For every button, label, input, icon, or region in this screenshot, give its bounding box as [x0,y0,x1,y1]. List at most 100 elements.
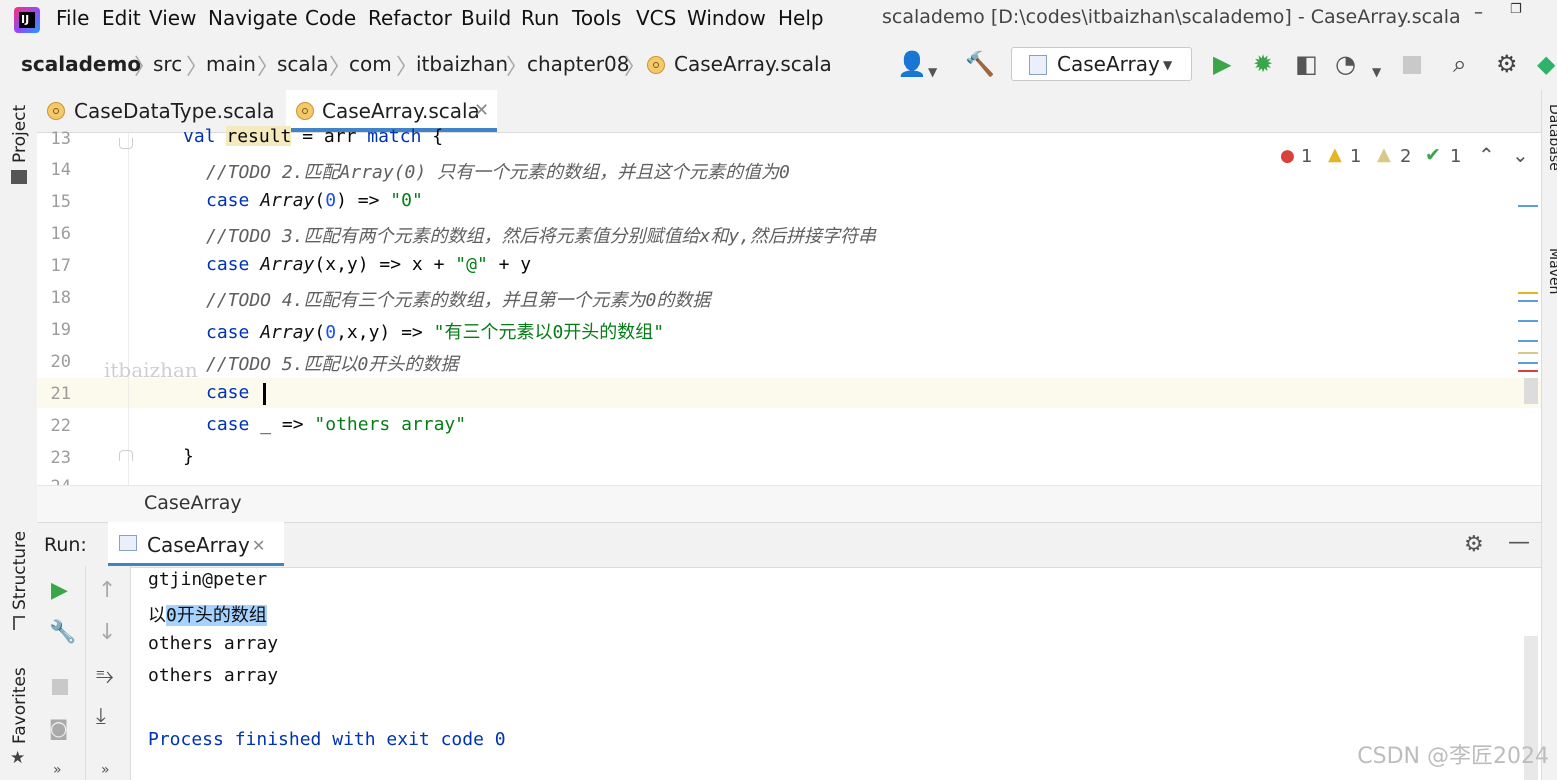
arrow-down-icon[interactable]: ↓ [98,620,116,645]
scroll-marker [1518,300,1538,302]
console-exit-message: Process finished with exit code 0 [148,729,506,750]
breadcrumb-main[interactable]: main [206,52,256,76]
previous-highlight-icon[interactable]: ⌃ [1478,143,1495,167]
wrench-icon[interactable]: 🔧 [49,620,76,645]
next-highlight-icon[interactable]: ⌄ [1512,143,1529,167]
menu-vcs[interactable]: VCS [636,6,676,30]
line-number: 20 [50,352,71,372]
scroll-marker [1518,205,1538,207]
scala-file-icon [47,102,65,120]
chevron-down-icon[interactable]: ▼ [1372,58,1381,86]
debug-bug-icon[interactable]: ✹ [1253,50,1273,78]
code-line-17: case Array(x,y) => x + "@" + y [206,254,532,275]
close-icon[interactable]: ✕ [252,536,265,555]
console-line: others array [148,633,279,654]
run-config-label: CaseArray [1057,52,1160,76]
menu-code[interactable]: Code [305,6,356,30]
run-icon[interactable]: ▶ [1213,50,1231,78]
breadcrumb-chapter08[interactable]: chapter08 [527,52,629,76]
breadcrumb-project[interactable]: scalademo [21,52,141,76]
stop-icon[interactable] [52,679,68,695]
profiler-icon[interactable]: ◔ [1335,50,1356,78]
jetbrains-toolbox-icon[interactable]: ◆ [1537,50,1555,78]
scroll-to-end-icon[interactable]: ⤓ [96,704,106,729]
editor-top-edge [183,133,1383,134]
project-tool-button[interactable]: Project [10,105,30,163]
structure-icon [13,616,25,630]
line-number: 15 [50,192,71,212]
error-icon[interactable]: ● [1280,146,1295,166]
chevron-right-icon: 〉 [186,55,209,80]
gear-icon[interactable]: ⚙ [1464,532,1484,557]
line-number: 17 [50,256,71,276]
line-number: 21 [50,384,71,404]
breadcrumb-com[interactable]: com [349,52,392,76]
editor-scrollbar-thumb[interactable] [1524,378,1538,404]
minimize-panel-icon[interactable]: — [1508,530,1530,555]
chevron-down-icon: ▼ [1163,58,1173,72]
menu-run[interactable]: Run [521,6,559,30]
search-icon[interactable]: ⌕ [1453,50,1466,78]
menu-view[interactable]: View [149,6,196,30]
run-tab-label: CaseArray [147,533,250,557]
user-icon[interactable]: 👤 [897,50,927,78]
console-line: gtjin@peter [148,569,268,590]
scala-file-icon [647,56,665,74]
coverage-icon[interactable]: ◧ [1295,50,1318,78]
build-hammer-icon[interactable]: 🔨 [965,50,995,78]
code-line-15: case Array(0) => "0" [206,190,423,211]
menu-tools[interactable]: Tools [572,6,621,30]
more-icon[interactable]: » [53,762,62,778]
menu-edit[interactable]: Edit [102,6,141,30]
menu-window[interactable]: Window [687,6,766,30]
fold-marker-icon[interactable] [119,450,133,461]
window-title: scalademo [D:\codes\itbaizhan\scalademo]… [882,6,1461,28]
scroll-marker [1518,370,1538,372]
gear-icon[interactable]: ⚙ [1496,50,1518,78]
line-number: 22 [50,416,71,436]
menu-navigate[interactable]: Navigate [208,6,298,30]
camera-icon[interactable]: ◙ [49,716,68,740]
breadcrumb-scala[interactable]: scala [277,52,328,76]
arrow-up-icon[interactable]: ↑ [98,578,116,603]
stop-icon[interactable] [1403,56,1421,74]
minimize-icon[interactable]: – [1474,2,1483,23]
console-line: others array [148,665,279,686]
soft-wrap-icon[interactable]: ⥱ [96,664,114,689]
breadcrumb-file[interactable]: CaseArray.scala [674,52,832,76]
chevron-right-icon: 〉 [329,55,352,80]
scroll-marker [1518,292,1538,294]
breadcrumb-itbaizhan[interactable]: itbaizhan [416,52,508,76]
scroll-marker [1518,352,1538,354]
chevron-right-icon: 〉 [257,55,280,80]
database-tool-button[interactable]: Database [1546,104,1557,209]
warning-icon[interactable]: ▲ [1328,144,1342,165]
chevron-down-icon[interactable]: ▼ [928,58,937,86]
tab-label: CaseArray.scala [322,99,480,123]
weak-warning-icon[interactable]: ▲ [1377,144,1391,165]
code-line-16: //TODO 3.匹配有两个元素的数组，然后将元素值分别赋值给x和y,然后拼接字… [206,226,877,247]
close-icon[interactable]: ✕ [474,100,489,121]
structure-tool-button[interactable]: Structure [10,531,30,610]
folder-icon [11,170,27,184]
menu-build[interactable]: Build [461,6,511,30]
favorites-tool-button[interactable]: Favorites [10,667,30,744]
typo-check-icon[interactable]: ✔ [1425,144,1441,166]
rerun-icon[interactable]: ▶ [51,578,68,603]
weak-warning-count: 2 [1400,146,1412,167]
maven-tool-button[interactable]: Maven [1546,248,1557,328]
menu-help[interactable]: Help [778,6,824,30]
code-line-18: //TODO 4.匹配有三个元素的数组，并且第一个元素为0的数据 [206,290,711,311]
menu-refactor[interactable]: Refactor [368,6,452,30]
code-breadcrumb-item[interactable]: CaseArray [144,492,242,514]
line-number: 13 [50,129,71,149]
more-icon[interactable]: » [101,762,110,778]
restore-icon[interactable]: ❐ [1510,2,1522,17]
fold-marker-icon[interactable] [119,138,133,149]
breadcrumb-src[interactable]: src [153,52,182,76]
line-number: 23 [50,448,71,468]
run-panel-label: Run: [44,534,87,556]
menu-file[interactable]: File [56,6,89,30]
chevron-right-icon: 〉 [624,55,647,80]
code-line-14: //TODO 2.匹配Array(0) 只有一个元素的数组，并且这个元素的值为0 [206,162,790,183]
